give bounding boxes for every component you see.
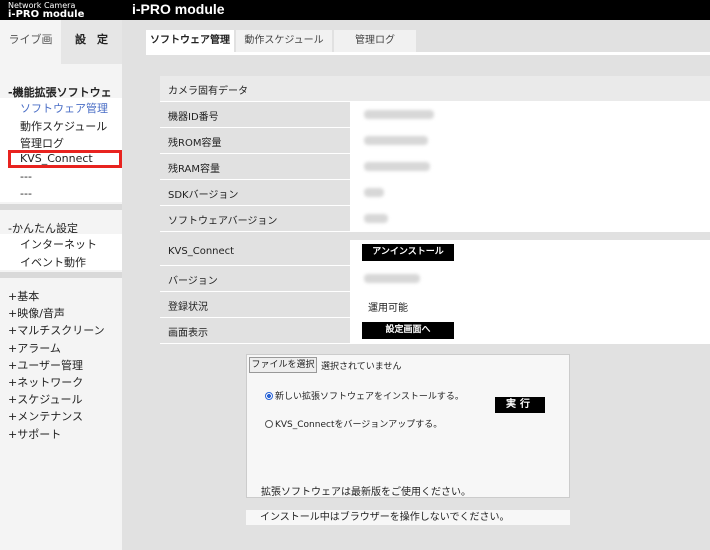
table-row: バージョン	[160, 266, 710, 292]
camera-section-header: カメラ固有データ	[160, 76, 710, 102]
sidebar-item-network[interactable]: +ネットワーク	[8, 374, 83, 390]
value-cell	[350, 206, 710, 231]
sidebar-item-software-mgmt[interactable]: ソフトウェア管理	[20, 100, 108, 116]
tab-software-mgmt[interactable]: ソフトウェア管理	[146, 30, 234, 52]
sidebar-item-internet[interactable]: インターネット	[20, 236, 97, 252]
sidebar-item-maintenance[interactable]: +メンテナンス	[8, 408, 83, 424]
value-cell	[350, 180, 710, 205]
sidebar-item-empty-2[interactable]: ---	[20, 187, 32, 200]
tab-log[interactable]: 管理ログ	[334, 30, 416, 52]
sidebar-item-empty-1[interactable]: ---	[20, 170, 32, 183]
table-row: 残ROM容量	[160, 128, 710, 154]
sidebar-item-support[interactable]: +サポート	[8, 426, 61, 442]
table-row: 残RAM容量	[160, 154, 710, 180]
radio-unselected-icon[interactable]	[265, 420, 273, 428]
sidebar: ライブ画 設 定 -機能拡張ソフトウェア ソフトウェア管理 動作スケジュール 管…	[0, 20, 122, 550]
table-row: KVS_Connect アンインストール	[160, 240, 710, 266]
sidebar-item-log[interactable]: 管理ログ	[20, 135, 64, 151]
open-settings-button[interactable]: 設定画面へ	[362, 322, 454, 339]
kvs-name-label: KVS_Connect	[168, 246, 235, 257]
install-panel: ファイルを選択 選択されていません 新しい拡張ソフトウェアをインストールする。 …	[246, 354, 570, 498]
sidebar-item-alarm[interactable]: +アラーム	[8, 340, 61, 356]
radio-new-install-option[interactable]: 新しい拡張ソフトウェアをインストールする。	[265, 389, 464, 402]
brand-logo: Network Camera i-PRO module	[8, 0, 85, 20]
choose-file-button[interactable]: ファイルを選択	[249, 357, 317, 373]
software-version-label: ソフトウェアバージョン	[168, 216, 278, 227]
table-row: 画面表示 設定画面へ	[160, 318, 710, 344]
sidebar-item-schedule-main[interactable]: +スケジュール	[8, 391, 82, 407]
tab-underline	[146, 52, 710, 55]
sidebar-item-basic[interactable]: +基本	[8, 288, 39, 304]
registration-status-value: 運用可能	[368, 303, 408, 314]
kvs-version-value-blurred	[364, 274, 420, 283]
registration-status-label: 登録状況	[168, 302, 208, 313]
ram-label: 残RAM容量	[168, 164, 221, 175]
main-content: ソフトウェア管理 動作スケジュール 管理ログ カメラ固有データ 機器ID番号 残…	[122, 20, 710, 550]
sidebar-separator	[0, 204, 122, 210]
table-row: 機器ID番号	[160, 102, 710, 128]
sidebar-item-user-mgmt[interactable]: +ユーザー管理	[8, 357, 83, 373]
screen-display-label: 画面表示	[168, 328, 208, 339]
top-bar: Network Camera i-PRO module i-PRO module	[0, 0, 710, 20]
no-file-text: 選択されていません	[321, 362, 402, 372]
table-row: SDKバージョン	[160, 180, 710, 206]
app-title: i-PRO module	[132, 1, 225, 17]
sdk-version-label: SDKバージョン	[168, 190, 239, 201]
latest-version-note: 拡張ソフトウェアは最新版をご使用ください。	[261, 487, 471, 498]
table-row: ソフトウェアバージョン	[160, 206, 710, 232]
sidebar-item-video-audio[interactable]: +映像/音声	[8, 305, 65, 321]
radio-selected-icon[interactable]	[265, 392, 273, 400]
version-label: バージョン	[168, 276, 218, 287]
execute-button[interactable]: 実行	[495, 397, 545, 413]
sdk-version-value-blurred	[364, 188, 384, 197]
camera-section-title: カメラ固有データ	[168, 86, 248, 97]
device-id-label: 機器ID番号	[168, 112, 219, 123]
sidebar-separator	[0, 272, 122, 278]
table-row: 登録状況 運用可能	[160, 292, 710, 318]
sidebar-item-event[interactable]: イベント動作	[20, 254, 86, 270]
sidebar-item-multiscreen[interactable]: +マルチスクリーン	[8, 322, 105, 338]
uninstall-button[interactable]: アンインストール	[362, 244, 454, 261]
tab-schedule[interactable]: 動作スケジュール	[236, 30, 332, 52]
radio-update-label: KVS_Connectをバージョンアップする。	[275, 420, 443, 430]
radio-update-option[interactable]: KVS_Connectをバージョンアップする。	[265, 417, 442, 430]
radio-new-install-label: 新しい拡張ソフトウェアをインストールする。	[275, 392, 464, 402]
software-version-value-blurred	[364, 214, 388, 223]
kvs-connect-highlight	[8, 150, 122, 168]
sidebar-item-schedule[interactable]: 動作スケジュール	[20, 118, 107, 134]
brand-line2: i-PRO module	[8, 9, 85, 20]
sidebar-tabs: ライブ画 設 定	[0, 20, 122, 64]
install-warning: インストール中はブラウザーを操作しないでください。	[246, 510, 570, 525]
rom-value-blurred	[364, 136, 428, 145]
device-id-value-blurred	[364, 110, 434, 119]
tab-settings[interactable]: 設 定	[61, 20, 122, 64]
ram-value-blurred	[364, 162, 430, 171]
tab-live[interactable]: ライブ画	[0, 20, 61, 64]
rom-label: 残ROM容量	[168, 138, 222, 149]
